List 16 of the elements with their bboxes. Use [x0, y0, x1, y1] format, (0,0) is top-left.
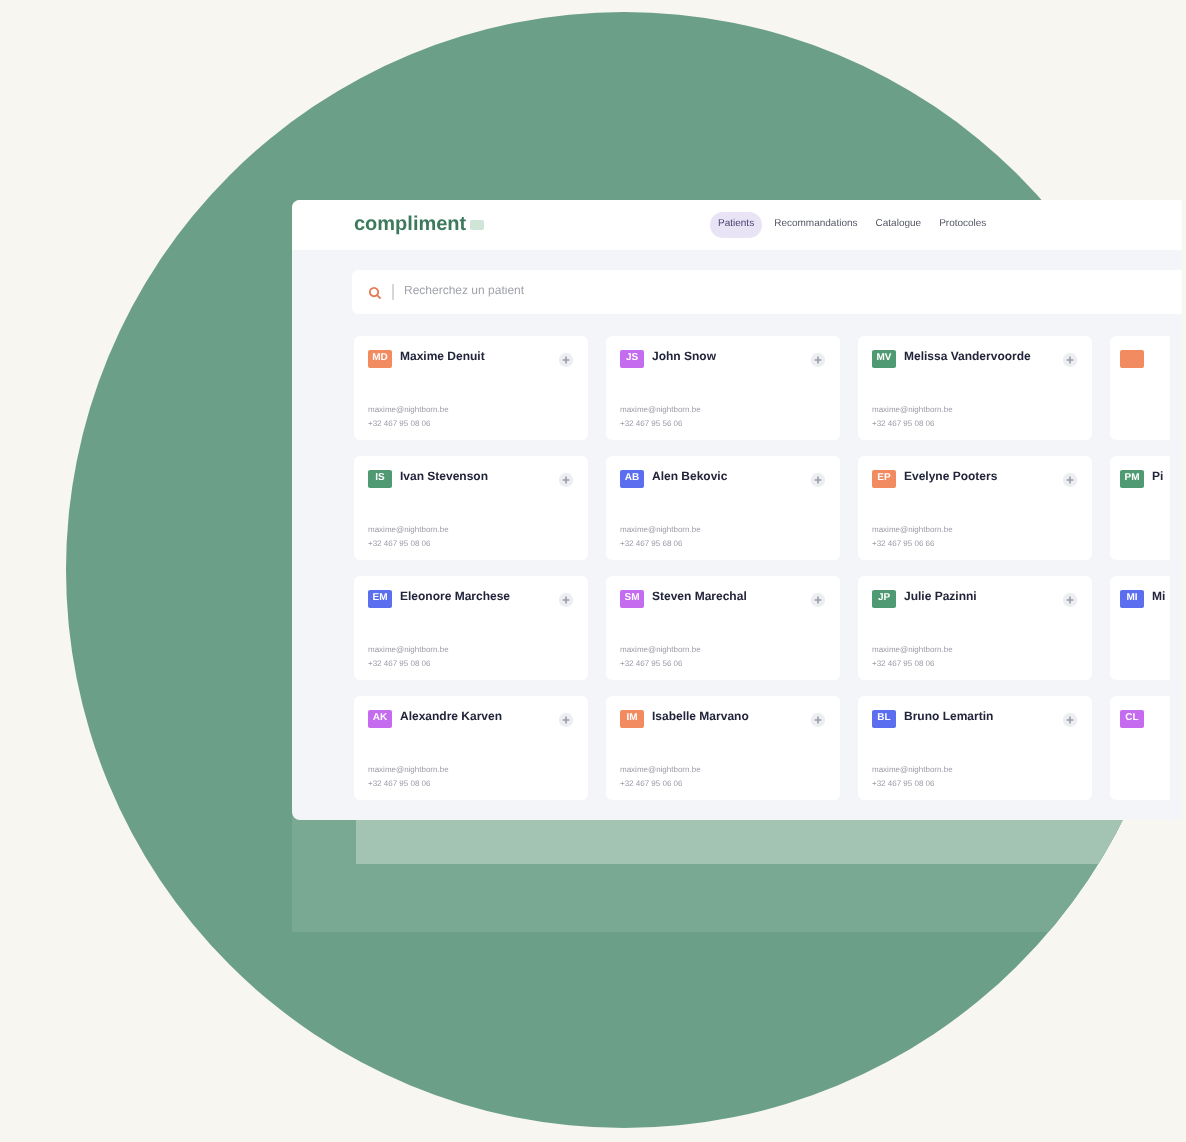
plus-icon[interactable]: [558, 591, 574, 607]
plus-icon[interactable]: [810, 471, 826, 487]
plus-icon[interactable]: [810, 591, 826, 607]
logo: compliment: [354, 215, 467, 235]
plus-icon[interactable]: [810, 351, 826, 367]
plus-icon[interactable]: [1062, 351, 1078, 367]
plus-icon[interactable]: [558, 471, 574, 487]
plus-icon[interactable]: [810, 711, 826, 727]
patient-card[interactable]: [1110, 336, 1170, 440]
search-icon: [368, 285, 382, 299]
plus-icon[interactable]: [1062, 711, 1078, 727]
logo-badge-icon: [470, 220, 485, 230]
plus-icon[interactable]: [558, 351, 574, 367]
plus-icon[interactable]: [1062, 471, 1078, 487]
plus-icon[interactable]: [1062, 591, 1078, 607]
plus-icon[interactable]: [558, 711, 574, 727]
